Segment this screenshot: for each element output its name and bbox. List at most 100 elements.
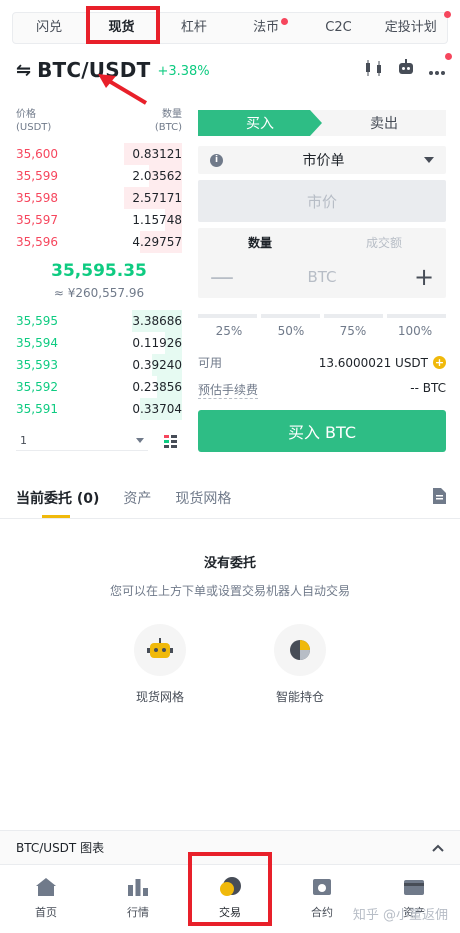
order-history-icon[interactable] (432, 488, 446, 508)
ask-price: 35,598 (16, 191, 58, 205)
orderbook-header: 价格 (USDT) 数量 (BTC) (16, 108, 182, 134)
annotation-arrow (98, 74, 148, 105)
qty-header: 数量 (162, 109, 182, 120)
tab-recurring-plan[interactable]: 定投计划 (375, 11, 451, 43)
tab-sell[interactable]: 卖出 (310, 110, 446, 136)
tab-amount[interactable]: 数量 (198, 234, 322, 251)
bid-row[interactable]: 35,595 3.38686 (16, 310, 182, 332)
bid-row[interactable]: 35,591 0.33704 (16, 398, 182, 420)
ask-row[interactable]: 35,596 4.29757 (16, 231, 182, 253)
nav-home-label: 首页 (35, 906, 57, 919)
last-price-cny: ≈ ¥260,557.96 (53, 286, 145, 300)
orderbook-layout-icon[interactable] (164, 435, 177, 448)
percent-slider[interactable]: 25% 50% 75% 100% (198, 314, 446, 338)
tab-turnover[interactable]: 成交额 (322, 234, 446, 251)
tab-open-orders[interactable]: 当前委托 (0) (16, 488, 99, 508)
highlight-box-spot (86, 6, 160, 44)
feature-spot-grid-label: 现货网格 (135, 690, 184, 704)
tab-buy[interactable]: 买入 (198, 110, 322, 136)
nav-futures-label: 合约 (311, 906, 333, 919)
tab-fiat[interactable]: 法币 (230, 13, 302, 43)
divider (0, 518, 460, 519)
amount-input[interactable]: BTC (230, 268, 414, 286)
ask-qty: 1.15748 (132, 213, 182, 227)
tab-margin[interactable]: 杠杆 (158, 13, 230, 43)
percent-75[interactable]: 75% (322, 324, 384, 338)
pie-chart-icon (274, 624, 326, 676)
estimated-fee: 预估手续费 -- BTC (198, 381, 446, 399)
bid-price: 35,591 (16, 402, 58, 416)
market-type-tabs: 闪兑 现货 杠杆 法币 C2C 定投计划 (12, 11, 451, 44)
ask-row[interactable]: 35,598 2.57171 (16, 187, 182, 209)
last-price[interactable]: 35,595.35 (16, 261, 182, 281)
percent-25[interactable]: 25% (198, 324, 260, 338)
add-funds-icon[interactable]: + (433, 356, 446, 369)
markets-icon (126, 875, 150, 899)
fee-label[interactable]: 预估手续费 (198, 381, 259, 399)
ask-row[interactable]: 35,599 2.03562 (16, 165, 182, 187)
tab-recurring-label: 定投计划 (384, 20, 437, 35)
ask-price: 35,597 (16, 213, 58, 227)
robot-icon[interactable] (396, 59, 416, 81)
qty-header-unit: (BTC) (154, 122, 182, 133)
ask-qty: 4.29757 (132, 235, 182, 249)
nav-home[interactable]: 首页 (0, 865, 92, 933)
tab-swap[interactable]: 闪兑 (13, 13, 85, 43)
amount-stepper: — BTC + (198, 256, 446, 298)
available-balance: 可用 13.6000021 USDT + (198, 354, 446, 371)
tab-assets[interactable]: 资产 (123, 488, 151, 508)
percent-50[interactable]: 50% (260, 324, 322, 338)
info-icon[interactable]: i (210, 153, 223, 167)
buy-sell-tabs: 买入 卖出 (198, 110, 446, 136)
tab-c2c[interactable]: C2C (302, 13, 374, 43)
swap-pair-icon[interactable]: ⇋ (16, 60, 31, 81)
depth-precision-select[interactable]: 1 (16, 431, 148, 451)
empty-description: 您可以在上方下单或设置交易机器人自动交易 (109, 584, 350, 598)
bid-row[interactable]: 35,593 0.39240 (16, 354, 182, 376)
bid-qty: 0.11926 (132, 336, 182, 350)
decrease-button[interactable]: — (210, 263, 234, 291)
wallet-icon (402, 875, 426, 899)
price-input[interactable]: 市价 (198, 180, 446, 222)
feature-smart-position-label: 智能持仓 (275, 690, 324, 704)
ask-row[interactable]: 35,597 1.15748 (16, 209, 182, 231)
ask-row[interactable]: 35,600 0.83121 (16, 143, 182, 165)
futures-icon (310, 875, 334, 899)
tab-fiat-label: 法币 (253, 20, 280, 35)
fee-value: -- BTC (410, 381, 446, 395)
notification-dot (443, 11, 451, 18)
ask-price: 35,599 (16, 169, 58, 183)
robot-icon (134, 624, 186, 676)
order-type-select[interactable]: i 市价单 (198, 146, 446, 174)
bid-price: 35,592 (16, 380, 58, 394)
ask-price: 35,596 (16, 235, 58, 249)
pair-header: ⇋ BTC/USDT +3.38% (16, 52, 452, 84)
candlestick-icon[interactable] (364, 59, 384, 81)
bid-qty: 0.33704 (132, 402, 182, 416)
buy-btc-button[interactable]: 买入 BTC (198, 410, 446, 452)
depth-precision-value: 1 (20, 434, 27, 447)
chevron-up-icon[interactable] (432, 841, 444, 855)
empty-title: 没有委托 (203, 556, 256, 571)
bid-row[interactable]: 35,592 0.23856 (16, 376, 182, 398)
nav-markets[interactable]: 行情 (92, 865, 184, 933)
watermark: 知乎 @小董返佣 (352, 908, 448, 923)
percent-labels: 25% 50% 75% 100% (198, 324, 446, 338)
bid-qty: 0.39240 (132, 358, 182, 372)
chevron-down-icon (136, 438, 144, 443)
amount-box: 数量 成交额 — BTC + (198, 228, 446, 298)
price-header: 价格 (16, 109, 36, 120)
tab-spot-grid[interactable]: 现货网格 (175, 488, 231, 508)
more-icon[interactable] (428, 52, 452, 80)
increase-button[interactable]: + (414, 263, 434, 291)
notification-dot (445, 52, 452, 60)
ask-qty: 0.83121 (132, 147, 182, 161)
nav-markets-label: 行情 (127, 906, 149, 919)
ask-qty: 2.57171 (132, 191, 182, 205)
bid-qty: 3.38686 (132, 314, 182, 328)
bid-row[interactable]: 35,594 0.11926 (16, 332, 182, 354)
percent-100[interactable]: 100% (384, 324, 446, 338)
feature-smart-position[interactable]: 智能持仓 (260, 624, 340, 705)
bid-price: 35,594 (16, 336, 58, 350)
feature-spot-grid[interactable]: 现货网格 (120, 624, 200, 705)
